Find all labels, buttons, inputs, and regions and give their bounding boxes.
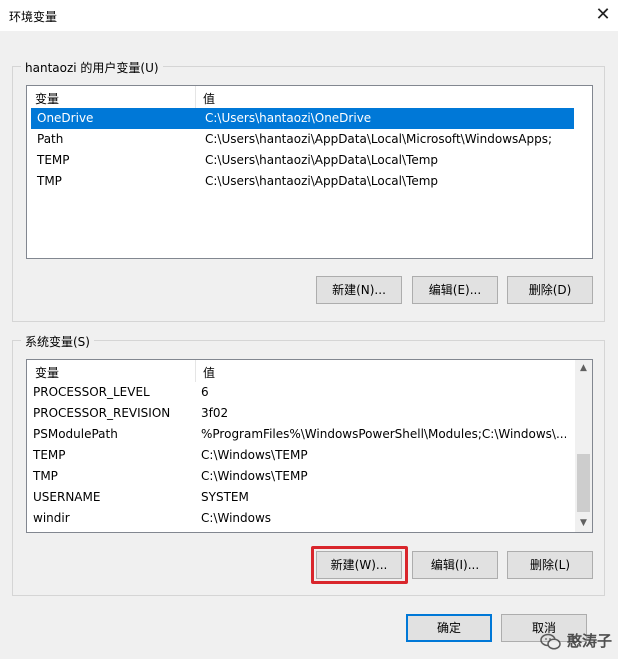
user-vars-header: 变量 值 xyxy=(27,86,592,108)
variable-value: C:\Users\hantaozi\OneDrive xyxy=(205,111,372,125)
variable-value: %ProgramFiles%\WindowsPowerShell\Modules… xyxy=(201,427,566,441)
user-vars-list[interactable]: 变量 值 OneDrive C:\Users\hantaozi\OneDrive P… xyxy=(26,85,593,259)
user-new-button[interactable]: 新建(N)... xyxy=(316,276,402,304)
table-row[interactable]: PROCESSOR_LEVEL 6 xyxy=(27,382,592,403)
variable-name: TMP xyxy=(37,174,62,188)
highlight-box xyxy=(311,546,408,584)
system-delete-button[interactable]: 删除(L) xyxy=(507,551,593,579)
title-bar: 环境变量 ✕ xyxy=(0,0,618,31)
variable-name: PROCESSOR_REVISION xyxy=(33,406,171,420)
system-edit-button[interactable]: 编辑(I)... xyxy=(412,551,498,579)
system-vars-label: 系统变量(S) xyxy=(21,333,94,350)
user-vars-rows: OneDrive C:\Users\hantaozi\OneDrive Path C:… xyxy=(27,108,592,192)
table-row[interactable]: TMP C:\Windows\TEMP xyxy=(27,466,592,487)
user-edit-button[interactable]: 编辑(E)... xyxy=(412,276,498,304)
header-variable[interactable]: 变量 xyxy=(35,90,59,107)
scroll-thumb[interactable] xyxy=(577,454,590,512)
system-vars-list[interactable]: 变量 值 PROCESSOR_LEVEL 6 PROCESSOR_REVISION 3… xyxy=(26,359,593,533)
variable-value: C:\Windows\TEMP xyxy=(201,448,308,462)
variable-value: 3f02 xyxy=(201,406,229,420)
variable-name: USERNAME xyxy=(33,490,101,504)
watermark: 憨涛子 xyxy=(540,630,612,651)
variable-value: C:\Windows xyxy=(201,511,272,525)
table-row[interactable]: TEMP C:\Users\hantaozi\AppData\Local\Temp xyxy=(31,150,574,171)
variable-value: SYSTEM xyxy=(201,490,249,504)
header-value[interactable]: 值 xyxy=(203,364,215,381)
close-icon[interactable]: ✕ xyxy=(588,0,618,30)
variable-name: TEMP xyxy=(33,448,66,462)
table-row[interactable]: TMP C:\Users\hantaozi\AppData\Local\Temp xyxy=(31,171,574,192)
table-row[interactable]: USERNAME SYSTEM xyxy=(27,487,592,508)
system-vars-rows: PROCESSOR_LEVEL 6 PROCESSOR_REVISION 3f02 PS… xyxy=(27,382,592,529)
variable-name: PROCESSOR_LEVEL xyxy=(33,385,150,399)
variable-name: PSModulePath xyxy=(33,427,118,441)
variable-name: OneDrive xyxy=(37,111,94,125)
table-row[interactable]: PSModulePath %ProgramFiles%\WindowsPowerS… xyxy=(27,424,592,445)
variable-value: C:\Windows\TEMP xyxy=(201,469,308,483)
user-delete-button[interactable]: 删除(D) xyxy=(507,276,593,304)
header-divider[interactable] xyxy=(195,86,196,108)
table-row[interactable]: TEMP C:\Windows\TEMP xyxy=(27,445,592,466)
variable-name: TEMP xyxy=(37,153,70,167)
variable-value: 6 xyxy=(201,385,209,399)
table-row[interactable]: PROCESSOR_REVISION 3f02 xyxy=(27,403,592,424)
user-vars-label: hantaozi 的用户变量(U) xyxy=(21,59,163,76)
table-row[interactable]: Path C:\Users\hantaozi\AppData\Local\Micr… xyxy=(31,129,574,150)
ok-button[interactable]: 确定 xyxy=(406,614,492,642)
header-value[interactable]: 值 xyxy=(203,90,215,107)
scroll-up-icon[interactable]: ▲ xyxy=(575,360,592,377)
watermark-text: 憨涛子 xyxy=(566,632,612,650)
system-vars-scrollbar[interactable]: ▲ ▼ xyxy=(575,360,592,532)
header-variable[interactable]: 变量 xyxy=(35,364,59,381)
window-title: 环境变量 xyxy=(9,10,58,24)
variable-name: Path xyxy=(37,132,64,146)
system-vars-header: 变量 值 xyxy=(27,360,592,382)
variable-name: TMP xyxy=(33,469,58,483)
wechat-icon xyxy=(540,633,561,650)
variable-value: C:\Users\hantaozi\AppData\Local\Temp xyxy=(205,153,439,167)
variable-value: C:\Users\hantaozi\AppData\Local\Microsof… xyxy=(205,132,552,146)
variable-value: C:\Users\hantaozi\AppData\Local\Temp xyxy=(205,174,439,188)
header-divider[interactable] xyxy=(195,360,196,382)
scroll-down-icon[interactable]: ▼ xyxy=(575,515,592,532)
table-row[interactable]: OneDrive C:\Users\hantaozi\OneDrive xyxy=(31,108,574,129)
variable-name: windir xyxy=(33,511,70,525)
table-row[interactable]: windir C:\Windows xyxy=(27,508,592,529)
